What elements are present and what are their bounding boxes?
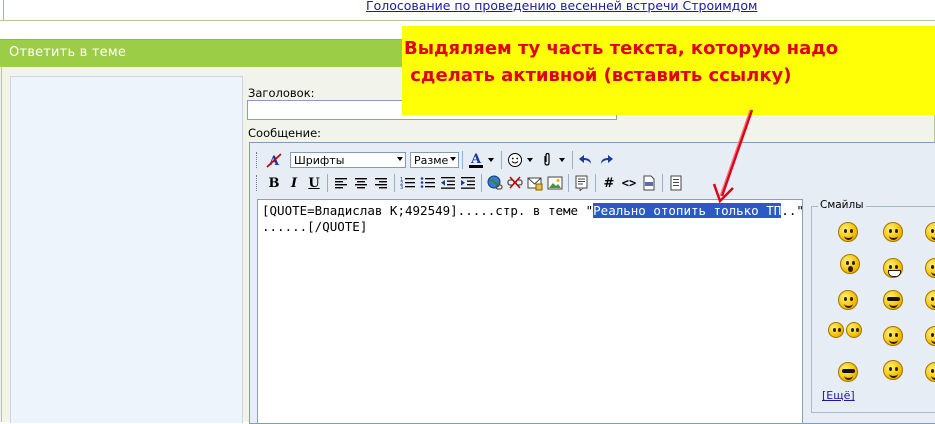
php-file-icon (643, 175, 655, 191)
surprised-smiley-icon[interactable] (840, 254, 860, 274)
editor-line-2: ......[/QUOTE] (262, 219, 368, 234)
outdent-icon (441, 177, 455, 189)
smiley-icon[interactable] (838, 222, 858, 242)
unlink-icon (507, 176, 523, 189)
message-textarea[interactable]: [QUOTE=Владислав К;492549].....стр. в те… (257, 199, 804, 423)
toolbar-separator (394, 174, 395, 192)
thread-link[interactable]: Голосование по проведению весенней встре… (366, 0, 757, 13)
align-center-icon (355, 178, 367, 189)
smiley-button[interactable] (505, 150, 525, 170)
remove-link-button[interactable] (505, 173, 525, 193)
hug-smiley-right-icon[interactable] (846, 322, 862, 338)
indent-icon (461, 177, 475, 189)
svg-text:3: 3 (400, 185, 403, 190)
align-left-icon (335, 178, 347, 189)
toolbar-separator (595, 174, 596, 192)
remove-format-icon: A (266, 153, 282, 168)
smiley-arrow-icon[interactable] (527, 158, 533, 162)
unordered-list-button[interactable] (418, 173, 438, 193)
font-select-arrow-icon (397, 157, 403, 161)
scared-smiley-icon[interactable] (883, 360, 903, 380)
font-select[interactable]: Шрифты (290, 152, 406, 168)
toolbar-separator (481, 174, 482, 192)
code-button[interactable]: # (599, 173, 619, 193)
underline-button[interactable]: U (304, 173, 324, 193)
paperclip-icon (544, 152, 550, 166)
unordered-list-icon (420, 177, 435, 188)
remove-format-button[interactable]: A (264, 150, 284, 170)
align-right-icon (375, 178, 387, 189)
editor-text-before: [QUOTE=Владислав К;492549].....стр. в те… (262, 203, 594, 218)
indent-button[interactable] (458, 173, 478, 193)
grin-smiley-icon[interactable] (883, 258, 903, 278)
undo-button[interactable] (576, 150, 596, 170)
bold-button[interactable]: B (264, 173, 284, 193)
attach-button[interactable] (537, 150, 557, 170)
cool-smiley-icon[interactable] (883, 290, 903, 310)
text-color-arrow-icon[interactable] (488, 158, 494, 162)
redo-icon (601, 155, 613, 164)
undo-icon (579, 155, 591, 164)
redo-button[interactable] (596, 150, 616, 170)
left-column (10, 76, 243, 423)
text-color-button[interactable]: A (466, 150, 486, 170)
switch-mode-button[interactable] (666, 173, 686, 193)
toolbar-separator (568, 174, 569, 192)
selected-text: Реально отопить только ТП (593, 203, 782, 218)
quote-icon (575, 175, 588, 191)
insert-link-button[interactable] (485, 173, 505, 193)
toolbar-row-1: A Шрифты Разме A (256, 150, 616, 170)
php-button[interactable] (639, 173, 659, 193)
toolbar-separator (572, 151, 573, 169)
hug-smiley-left-icon[interactable] (828, 322, 844, 338)
subject-label: Заголовок: (248, 86, 315, 100)
clock-smiley-icon[interactable] (838, 290, 858, 310)
quote-button[interactable] (572, 173, 592, 193)
globe-link-icon (487, 175, 503, 190)
editor-text-after: .." (781, 203, 804, 218)
attach-arrow-icon[interactable] (559, 158, 565, 162)
italic-button[interactable]: I (284, 173, 304, 193)
annotation-arrow-icon (712, 109, 754, 204)
image-icon (547, 176, 563, 190)
toolbar-separator (501, 151, 502, 169)
font-select-value: Шрифты (294, 153, 345, 167)
more-smiles-link[interactable]: [Ещё] (822, 389, 855, 402)
toolbar-grip (256, 175, 260, 191)
toolbar-separator (327, 174, 328, 192)
align-left-button[interactable] (331, 173, 351, 193)
thumbs-smiley-icon[interactable] (883, 326, 903, 346)
size-select[interactable]: Разме (410, 152, 459, 168)
align-center-button[interactable] (351, 173, 371, 193)
toolbar-grip (256, 152, 260, 168)
toolbar-separator (462, 151, 463, 169)
smiley-icon (508, 153, 522, 167)
message-label: Сообщение: (248, 126, 322, 140)
insert-image-button[interactable] (545, 173, 565, 193)
outdent-button[interactable] (438, 173, 458, 193)
align-right-button[interactable] (371, 173, 391, 193)
sunglasses-smiley-icon[interactable] (838, 362, 858, 382)
ordered-list-button[interactable]: 123 (398, 173, 418, 193)
toolbar-row-2: B I U 123 # <> (256, 173, 686, 193)
html-button[interactable]: <> (619, 173, 639, 193)
top-bar: Голосование по проведению весенней встре… (0, 0, 935, 21)
text-color-icon: A (469, 152, 483, 168)
annotation-text: Выдяляем ту часть текста, которую надо с… (404, 38, 839, 86)
top-divider (3, 0, 4, 20)
size-select-arrow-icon (450, 157, 456, 161)
insert-email-button[interactable] (525, 173, 545, 193)
switch-mode-icon (670, 175, 682, 191)
size-select-value: Разме (414, 153, 449, 167)
smiley-icon[interactable] (883, 222, 903, 242)
smiles-legend: Смайлы (818, 199, 866, 211)
svg-text:A: A (470, 152, 482, 167)
panel-title: Ответить в теме (9, 45, 127, 60)
toolbar-separator (662, 174, 663, 192)
smiles-box (811, 206, 935, 413)
editor-line-1: [QUOTE=Владислав К;492549].....стр. в те… (262, 203, 804, 218)
ordered-list-icon: 123 (400, 177, 415, 190)
email-icon (527, 177, 543, 191)
